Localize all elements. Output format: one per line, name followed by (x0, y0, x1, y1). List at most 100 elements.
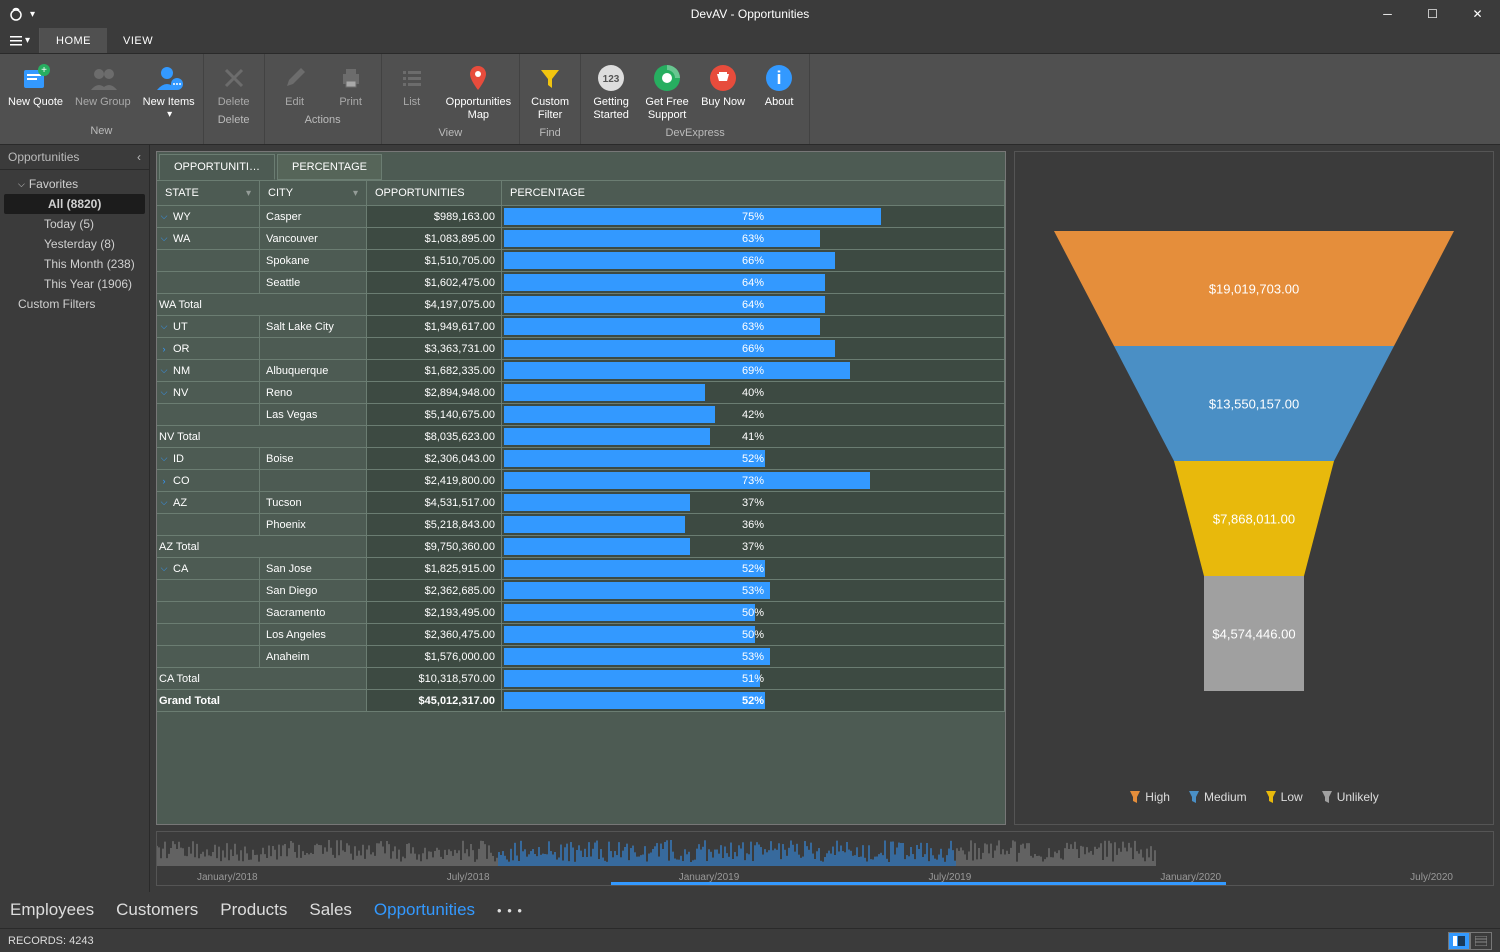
expand-icon[interactable]: ⌵ (159, 234, 169, 244)
expand-icon[interactable]: › (159, 476, 169, 486)
sidebar-group[interactable]: Custom Filters (0, 294, 149, 314)
cell-state[interactable] (157, 272, 260, 293)
table-row[interactable]: Seattle $1,602,475.00 64% (157, 272, 1005, 294)
table-row[interactable]: CA Total $10,318,570.00 51% (157, 668, 1005, 690)
table-row[interactable]: Spokane $1,510,705.00 66% (157, 250, 1005, 272)
cell-state[interactable] (157, 580, 260, 601)
nav-tab-sales[interactable]: Sales (309, 900, 352, 920)
table-row[interactable]: ⌵NM Albuquerque $1,682,335.00 69% (157, 360, 1005, 382)
legend-item[interactable]: Medium (1188, 790, 1247, 804)
sidebar-item[interactable]: All (8820) (4, 194, 145, 214)
expand-icon[interactable]: ⌵ (159, 366, 169, 376)
ribbon-buy-now[interactable]: Buy Now (695, 58, 751, 124)
table-row[interactable]: Grand Total $45,012,317.00 52% (157, 690, 1005, 712)
maximize-button[interactable]: ☐ (1410, 0, 1455, 28)
ribbon-about[interactable]: iAbout (751, 58, 807, 124)
layout-button-1[interactable] (1448, 932, 1470, 950)
cell-state[interactable]: ⌵CA (157, 558, 260, 579)
table-row[interactable]: San Diego $2,362,685.00 53% (157, 580, 1005, 602)
table-row[interactable]: AZ Total $9,750,360.00 37% (157, 536, 1005, 558)
expand-icon[interactable]: › (159, 344, 169, 354)
sidebar-item[interactable]: Yesterday (8) (0, 234, 149, 254)
minimize-button[interactable]: ─ (1365, 0, 1410, 28)
table-row[interactable]: ⌵NV Reno $2,894,948.00 40% (157, 382, 1005, 404)
legend-item[interactable]: High (1129, 790, 1170, 804)
table-row[interactable]: ⌵CA San Jose $1,825,915.00 52% (157, 558, 1005, 580)
cell-state[interactable]: ⌵WY (157, 206, 260, 227)
cell-state[interactable]: ⌵NV (157, 382, 260, 403)
cell-state[interactable] (157, 404, 260, 425)
expand-icon[interactable]: ⌵ (159, 498, 169, 508)
table-row[interactable]: Los Angeles $2,360,475.00 50% (157, 624, 1005, 646)
cell-state[interactable]: ⌵UT (157, 316, 260, 337)
table-row[interactable]: WA Total $4,197,075.00 64% (157, 294, 1005, 316)
tab-view[interactable]: VIEW (107, 28, 169, 53)
ribbon-get-free-support[interactable]: Get Free Support (639, 58, 695, 124)
legend-item[interactable]: Unlikely (1321, 790, 1379, 804)
expand-icon[interactable]: ⌵ (159, 388, 169, 398)
ribbon-getting-started[interactable]: 123Getting Started (583, 58, 639, 124)
table-row[interactable]: ⌵AZ Tucson $4,531,517.00 37% (157, 492, 1005, 514)
cell-state[interactable]: ⌵ID (157, 448, 260, 469)
cell-state[interactable]: ⌵WA (157, 228, 260, 249)
cell-state[interactable] (157, 602, 260, 623)
nav-more[interactable]: • • • (497, 903, 523, 918)
column-header-percentage[interactable]: PERCENTAGE (502, 181, 1005, 205)
ribbon-opportunities-map[interactable]: Opportunities Map (440, 58, 517, 124)
ribbon-new-items[interactable]: New Items▾ (137, 58, 201, 122)
table-row[interactable]: Phoenix $5,218,843.00 36% (157, 514, 1005, 536)
table-row[interactable]: ›OR $3,363,731.00 66% (157, 338, 1005, 360)
table-row[interactable]: NV Total $8,035,623.00 41% (157, 426, 1005, 448)
sidebar-group[interactable]: ⌵Favorites (0, 174, 149, 194)
layout-button-2[interactable] (1470, 932, 1492, 950)
expand-icon[interactable]: ⌵ (159, 564, 169, 574)
expand-icon[interactable]: ⌵ (159, 322, 169, 332)
cell-state[interactable] (157, 646, 260, 667)
sidebar-title[interactable]: Opportunities ‹ (0, 145, 149, 170)
ribbon-list[interactable]: List (384, 58, 440, 124)
table-row[interactable]: Sacramento $2,193,495.00 50% (157, 602, 1005, 624)
table-row[interactable]: ⌵WY Casper $989,163.00 75% (157, 206, 1005, 228)
timeline[interactable]: January/2018July/2018January/2019July/20… (156, 831, 1494, 886)
table-row[interactable]: Las Vegas $5,140,675.00 42% (157, 404, 1005, 426)
nav-tab-products[interactable]: Products (220, 900, 287, 920)
sidebar-item[interactable]: This Month (238) (0, 254, 149, 274)
expand-icon[interactable]: ⌵ (159, 454, 169, 464)
cell-state[interactable]: ⌵AZ (157, 492, 260, 513)
table-row[interactable]: Anaheim $1,576,000.00 53% (157, 646, 1005, 668)
column-header-opportunities[interactable]: OPPORTUNITIES (367, 181, 502, 205)
sidebar-item[interactable]: Today (5) (0, 214, 149, 234)
ribbon-delete[interactable]: Delete (206, 58, 262, 111)
nav-tab-employees[interactable]: Employees (10, 900, 94, 920)
nav-tab-opportunities[interactable]: Opportunities (374, 900, 475, 920)
cell-state[interactable] (157, 250, 260, 271)
grid-tab-opportunities[interactable]: OPPORTUNITI… (159, 154, 275, 180)
table-row[interactable]: ⌵UT Salt Lake City $1,949,617.00 63% (157, 316, 1005, 338)
app-menu-button[interactable]: ▾ (0, 28, 40, 53)
ribbon-custom-filter[interactable]: Custom Filter (522, 58, 578, 124)
close-button[interactable]: ✕ (1455, 0, 1500, 28)
table-row[interactable]: ⌵ID Boise $2,306,043.00 52% (157, 448, 1005, 470)
grid-tab-percentage[interactable]: PERCENTAGE (277, 154, 382, 180)
expand-icon[interactable]: ⌵ (159, 212, 169, 222)
funnel-value: $7,868,011.00 (1213, 512, 1295, 527)
cell-state[interactable] (157, 514, 260, 535)
cell-state[interactable]: ⌵NM (157, 360, 260, 381)
sidebar-item[interactable]: This Year (1906) (0, 274, 149, 294)
column-header-state[interactable]: STATE▾ (157, 181, 260, 205)
cell-state[interactable]: ›CO (157, 470, 260, 491)
column-header-city[interactable]: CITY▾ (260, 181, 367, 205)
tab-home[interactable]: HOME (40, 28, 107, 53)
ribbon-print[interactable]: Print (323, 58, 379, 111)
legend-item[interactable]: Low (1265, 790, 1303, 804)
cell-percentage: 41% (502, 426, 1005, 447)
cell-state[interactable] (157, 624, 260, 645)
table-row[interactable]: ›CO $2,419,800.00 73% (157, 470, 1005, 492)
ribbon-new-quote[interactable]: +New Quote (2, 58, 69, 122)
ribbon-new-group[interactable]: New Group (69, 58, 137, 122)
cell-state[interactable]: ›OR (157, 338, 260, 359)
table-row[interactable]: ⌵WA Vancouver $1,083,895.00 63% (157, 228, 1005, 250)
timeline-range[interactable] (611, 882, 1226, 885)
ribbon-edit[interactable]: Edit (267, 58, 323, 111)
nav-tab-customers[interactable]: Customers (116, 900, 198, 920)
